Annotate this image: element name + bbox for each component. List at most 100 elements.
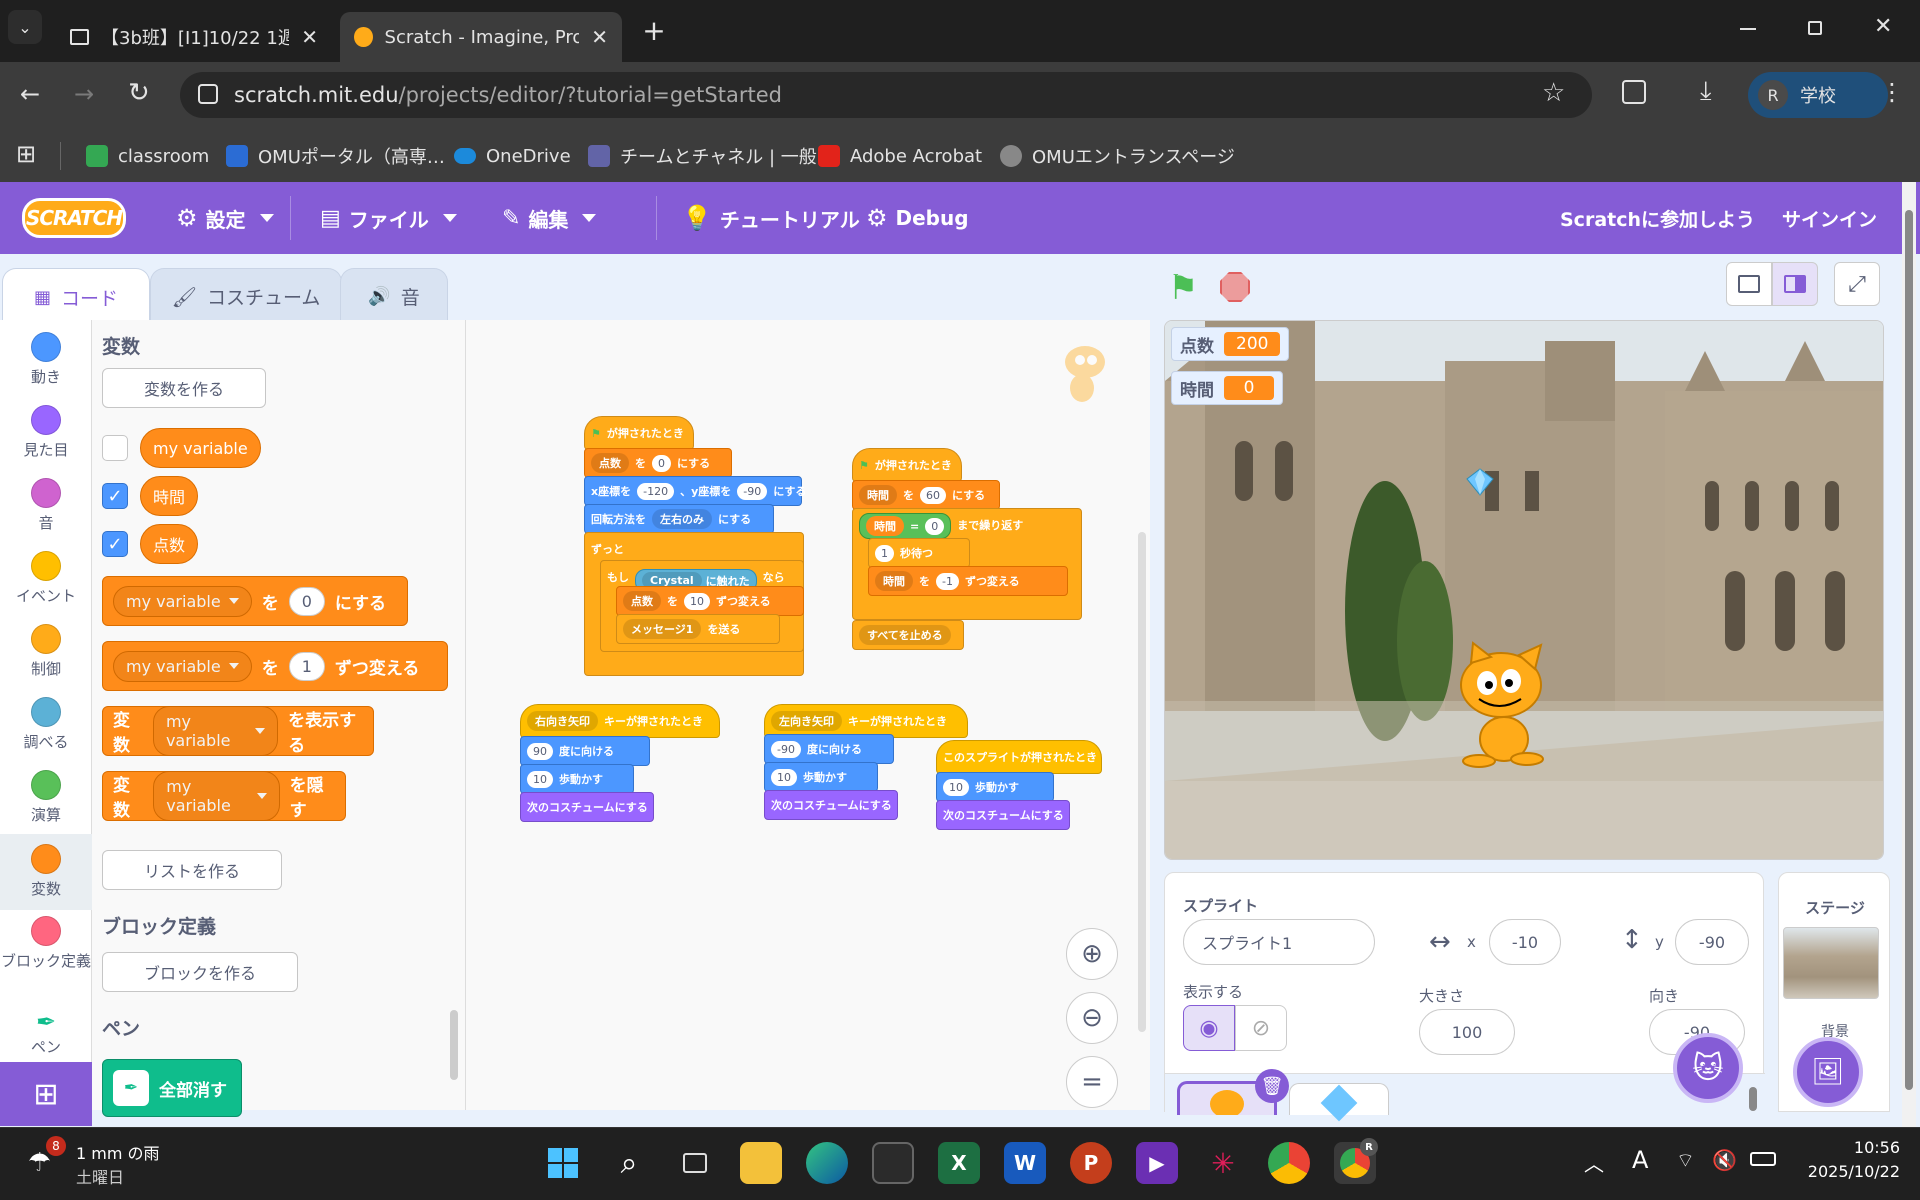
variable-dropdown[interactable]: my variable <box>113 585 252 617</box>
green-flag-button[interactable]: ⚑ <box>1168 268 1208 308</box>
clipchamp-icon[interactable]: ▶ <box>1136 1142 1178 1184</box>
join-scratch-link[interactable]: Scratchに参加しよう <box>1560 182 1755 254</box>
fullscreen-button[interactable]: ⤢ <box>1834 262 1880 306</box>
palette-scrollbar[interactable] <box>450 1010 458 1080</box>
variable-reporter[interactable]: 点数 <box>140 524 199 564</box>
number-input[interactable]: -1 <box>936 572 959 590</box>
stage-selector[interactable]: ステージ 背景 🖼 <box>1778 872 1890 1112</box>
variable-monitor[interactable]: 時間 0 <box>1171 371 1283 405</box>
normal-stage-button[interactable] <box>1772 262 1818 306</box>
make-list-button[interactable]: リストを作る <box>102 850 282 890</box>
category-operators[interactable]: 演算 <box>0 770 92 838</box>
move-steps-block[interactable]: 10 歩動かす <box>764 762 878 792</box>
category-looks[interactable]: 見た目 <box>0 405 92 473</box>
number-input[interactable]: -90 <box>771 740 801 758</box>
small-stage-button[interactable] <box>1726 262 1772 306</box>
category-sound[interactable]: 音 <box>0 478 92 546</box>
sprite-list-scrollbar[interactable] <box>1749 1087 1757 1111</box>
profile-button[interactable]: R 学校 <box>1748 72 1888 118</box>
task-view-icon[interactable] <box>674 1142 716 1184</box>
number-input[interactable]: -90 <box>737 482 768 500</box>
variable-reporter[interactable]: 時間 <box>866 516 904 536</box>
address-bar[interactable]: scratch.mit.edu/projects/editor/?tutoria… <box>180 72 1592 118</box>
move-steps-block[interactable]: 10 歩動かす <box>520 764 634 794</box>
workspace-scrollbar[interactable] <box>1138 532 1146 1032</box>
point-in-direction-block[interactable]: -90 度に向ける <box>764 734 894 764</box>
tab-search-button[interactable]: ⌄ <box>8 10 42 44</box>
when-key-pressed-hat[interactable]: 右向き矢印 キーが押されたとき <box>520 704 720 738</box>
bookmark-classroom[interactable]: classroom <box>86 140 209 172</box>
battery-icon[interactable] <box>1750 1152 1776 1166</box>
number-input[interactable]: 10 <box>684 592 710 610</box>
ime-indicator[interactable]: A <box>1632 1146 1648 1174</box>
category-myblocks[interactable]: ブロック定義 <box>0 916 92 996</box>
zoom-reset-button[interactable]: = <box>1066 1056 1118 1108</box>
chrome-icon[interactable] <box>1268 1142 1310 1184</box>
back-icon[interactable]: ← <box>20 80 40 108</box>
category-motion[interactable]: 動き <box>0 332 92 400</box>
variable-reporter[interactable]: 時間 <box>140 476 199 516</box>
category-events[interactable]: イベント <box>0 551 92 619</box>
tutorials-button[interactable]: 💡 チュートリアル <box>682 182 860 254</box>
stop-dropdown[interactable]: すべてを止める <box>859 625 951 645</box>
volume-muted-icon[interactable]: 🔇 <box>1712 1148 1737 1172</box>
page-scrollbar[interactable] <box>1902 182 1916 1127</box>
slack-icon[interactable]: ✳ <box>1202 1142 1244 1184</box>
variable-checkbox[interactable] <box>102 435 128 461</box>
variable-checkbox[interactable]: ✓ <box>102 483 128 509</box>
next-costume-block[interactable]: 次のコスチュームにする <box>936 800 1070 830</box>
number-input[interactable]: 0 <box>288 586 325 616</box>
tab-code[interactable]: ▦ コード <box>2 268 150 326</box>
set-variable-block[interactable]: 時間 を 60 にする <box>852 480 1000 510</box>
message-dropdown[interactable]: メッセージ1 <box>623 619 702 639</box>
category-control[interactable]: 制御 <box>0 624 92 692</box>
sprite-name-input[interactable]: スプライト1 <box>1183 919 1375 965</box>
when-key-pressed-hat[interactable]: 左向き矢印 キーが押されたとき <box>764 704 968 738</box>
x-position-input[interactable]: -10 <box>1489 919 1561 965</box>
file-explorer-icon[interactable] <box>740 1142 782 1184</box>
chrome-profile-icon[interactable]: R <box>1334 1138 1378 1184</box>
close-icon[interactable]: ✕ <box>301 25 318 49</box>
delete-sprite-button[interactable]: 🗑 <box>1255 1069 1289 1103</box>
tab-sounds[interactable]: 🔊 音 <box>340 268 448 324</box>
powerpoint-icon[interactable]: P <box>1070 1142 1112 1184</box>
choose-backdrop-button[interactable]: 🖼 <box>1793 1037 1863 1107</box>
bookmark-onedrive[interactable]: OneDrive <box>454 140 571 172</box>
bookmark-omu-entrance[interactable]: OMUエントランスページ <box>1000 140 1235 172</box>
zoom-in-button[interactable]: ⊕ <box>1066 928 1118 980</box>
rotation-dropdown[interactable]: 左右のみ <box>652 509 712 529</box>
word-icon[interactable]: W <box>1004 1142 1046 1184</box>
forward-icon[interactable]: → <box>74 80 94 108</box>
script-workspace[interactable]: ⚑ が押されたとき 点数 を 0 にする x座標を -120 、y座標を -90… <box>466 320 1150 1110</box>
change-variable-block[interactable]: my variable を 1 ずつ変える <box>102 641 448 691</box>
store-icon[interactable] <box>872 1142 914 1184</box>
category-variables[interactable]: 変数 <box>0 834 92 910</box>
key-dropdown[interactable]: 右向き矢印 <box>527 711 598 731</box>
equals-block[interactable]: 時間 = 0 <box>859 513 952 539</box>
reload-icon[interactable]: ↻ <box>128 78 150 108</box>
move-steps-block[interactable]: 10 歩動かす <box>936 772 1054 802</box>
search-icon[interactable]: ⌕ <box>608 1142 650 1184</box>
debug-button[interactable]: ⚙ Debug <box>866 182 969 254</box>
show-variable-block[interactable]: 変数 my variable を表示する <box>102 706 374 756</box>
close-icon[interactable]: ✕ <box>591 25 608 49</box>
number-input[interactable]: -120 <box>637 482 675 500</box>
hide-variable-block[interactable]: 変数 my variable を隠す <box>102 771 346 821</box>
stage-canvas[interactable]: 点数 200 時間 0 <box>1164 320 1884 860</box>
rotation-style-block[interactable]: 回転方法を 左右のみ にする <box>584 504 774 534</box>
add-extension-button[interactable]: ⊞ <box>0 1062 92 1126</box>
tray-overflow-icon[interactable]: ︿ <box>1584 1148 1604 1177</box>
sprite-thumbnail[interactable] <box>1289 1083 1389 1122</box>
when-flag-clicked-hat[interactable]: ⚑ が押されたとき <box>584 416 694 450</box>
wait-block[interactable]: 1 秒待つ <box>868 538 970 568</box>
minimize-icon[interactable] <box>1740 28 1756 30</box>
category-sensing[interactable]: 調べる <box>0 697 92 765</box>
make-variable-button[interactable]: 変数を作る <box>102 368 266 408</box>
hide-sprite-button[interactable]: ⊘ <box>1235 1005 1287 1051</box>
size-input[interactable]: 100 <box>1419 1009 1515 1055</box>
variable-monitor[interactable]: 点数 200 <box>1171 327 1290 361</box>
new-tab-button[interactable]: + <box>636 12 672 48</box>
number-input[interactable]: 1 <box>875 544 894 562</box>
tab-costumes[interactable]: 🖌 コスチューム <box>150 268 342 324</box>
number-input[interactable]: 60 <box>920 486 946 504</box>
